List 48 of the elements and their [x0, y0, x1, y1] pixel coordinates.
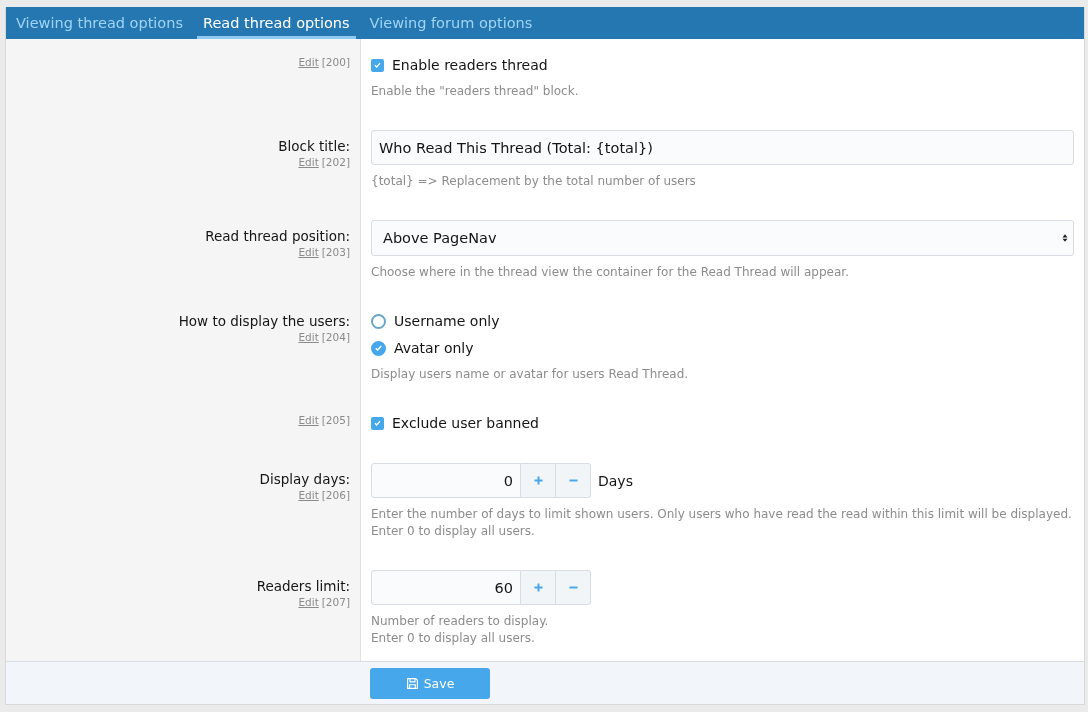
hint-text: Choose where in the thread view the container for the Read Thread will appear. [371, 264, 850, 281]
radio-button[interactable] [371, 313, 386, 329]
hint-text: Enable the "readers thread" block. [371, 83, 580, 100]
edit-link[interactable]: Edit [298, 56, 319, 68]
hint-text: Enter 0 to display all users. [371, 630, 536, 647]
radio-button[interactable] [371, 340, 386, 356]
hint-text: Display users name or avatar for users Read Thread. [371, 366, 690, 383]
option-id: [204] [321, 331, 350, 343]
radio-label: Username only [394, 313, 500, 329]
radio-label: Avatar only [394, 340, 474, 356]
option-id: [205] [321, 414, 350, 426]
edit-link[interactable]: Edit [298, 156, 319, 168]
plus-icon [531, 581, 545, 594]
hint-text: Enter the number of days to limit shown users. Only users who have read the read within this limit will be displayed. [371, 506, 1073, 523]
option-id: [206] [321, 489, 350, 501]
edit-link[interactable]: Edit [298, 246, 319, 258]
units-label: Days [598, 472, 633, 489]
checkbox[interactable] [371, 416, 384, 430]
option-id: [200] [321, 56, 350, 68]
number-field[interactable]: 0 [371, 463, 521, 498]
field-label: Readers limit: [255, 578, 350, 595]
field-label: Block title: [277, 138, 350, 155]
increment-button[interactable] [521, 570, 556, 605]
checkbox[interactable] [371, 58, 384, 72]
increment-button[interactable] [521, 463, 556, 498]
field-label: How to display the users: [177, 313, 350, 330]
edit-link[interactable]: Edit [298, 489, 319, 501]
text-field[interactable]: Who Read This Thread (Total: {total}) [371, 130, 1074, 165]
option-id: [207] [321, 596, 350, 608]
hint-text: Number of readers to display. [371, 613, 550, 630]
edit-link[interactable]: Edit [298, 331, 319, 343]
edit-link[interactable]: Edit [298, 596, 319, 608]
edit-link[interactable]: Edit [298, 414, 319, 426]
tab[interactable]: Viewing thread options [10, 7, 189, 39]
hint-text: Enter 0 to display all users. [371, 523, 536, 540]
hint-text: {total} => Replacement by the total number of users [371, 173, 697, 190]
field-label: Read thread position: [204, 228, 350, 245]
option-id: [202] [321, 156, 350, 168]
field-label: Display days: [258, 471, 350, 488]
up-down-arrows-icon [1060, 232, 1070, 244]
plus-icon [531, 474, 545, 487]
checkbox-label: Exclude user banned [392, 415, 539, 431]
number-field[interactable]: 60 [371, 570, 521, 605]
select-field[interactable]: Above PageNav [371, 220, 1074, 256]
checkbox-label: Enable readers thread [392, 57, 548, 73]
tab[interactable]: Viewing forum options [363, 7, 539, 39]
save-button[interactable]: Save [370, 667, 490, 699]
option-id: [203] [321, 246, 350, 258]
